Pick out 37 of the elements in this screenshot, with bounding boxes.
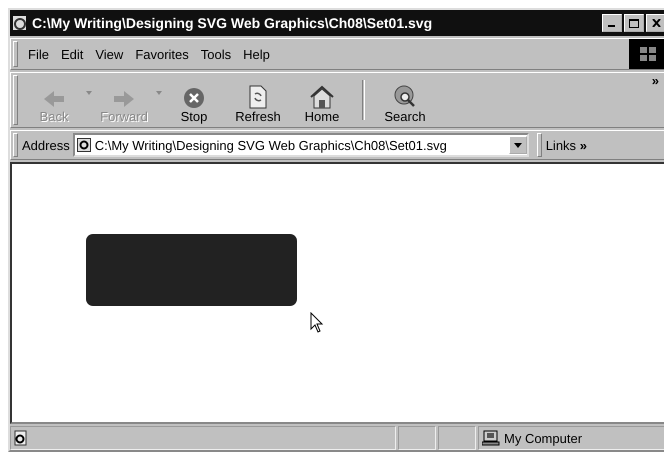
- window-title: C:\My Writing\Designing SVG Web Graphics\Ch08\Set01.svg: [32, 15, 434, 31]
- page-icon: [76, 138, 91, 152]
- minimize-button[interactable]: [602, 14, 622, 32]
- toolbar-button[interactable]: Search: [373, 73, 437, 127]
- toolbar-button[interactable]: Home: [290, 73, 354, 127]
- computer-icon: [482, 430, 500, 446]
- page-icon: [14, 430, 28, 446]
- address-label: Address: [22, 138, 70, 152]
- close-button[interactable]: [646, 14, 664, 32]
- status-zone-text: My Computer: [504, 430, 582, 446]
- search-icon: [393, 85, 417, 109]
- address-field[interactable]: C:\My Writing\Designing SVG Web Graphics\Ch08\Set01.svg: [72, 133, 529, 157]
- toolbar-button[interactable]: Stop: [162, 73, 226, 127]
- toolbar-button[interactable]: Refresh: [226, 73, 290, 127]
- logo-icon: [629, 39, 664, 69]
- left-arrow-icon: [42, 89, 66, 109]
- links-button[interactable]: Links »: [546, 138, 587, 152]
- menu-item[interactable]: View: [89, 40, 130, 68]
- stop-icon: [183, 87, 205, 109]
- maximize-icon: [629, 18, 639, 28]
- menu-item[interactable]: Edit: [54, 40, 90, 68]
- menu-item[interactable]: Favorites: [129, 40, 195, 68]
- refresh-icon: [248, 85, 268, 109]
- mouse-pointer-icon: [310, 312, 324, 334]
- menu-item[interactable]: File: [22, 40, 55, 68]
- page-icon: [12, 15, 28, 31]
- right-arrow-icon: [112, 89, 136, 109]
- caret-icon: [514, 142, 522, 148]
- menu-item[interactable]: Help: [237, 40, 276, 68]
- menu-item[interactable]: Tools: [194, 40, 238, 68]
- home-icon: [309, 85, 335, 109]
- maximize-button[interactable]: [624, 14, 644, 32]
- toolbar-more-button[interactable]: »: [652, 73, 659, 88]
- status-pane: [438, 426, 476, 450]
- status-pane: [398, 426, 436, 450]
- dropdown-button[interactable]: [508, 136, 527, 154]
- close-icon: [652, 19, 660, 27]
